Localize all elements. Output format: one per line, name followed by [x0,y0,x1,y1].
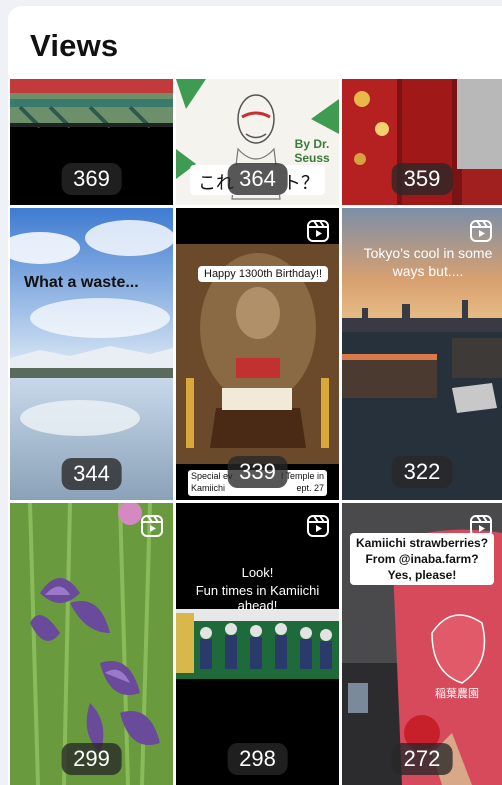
overlay-line-3: Yes, please! [387,568,457,582]
view-count: 339 [227,456,288,488]
reel-icon [470,515,492,537]
overlay-line-1: Look! [241,565,274,580]
tile-5[interactable]: Happy 1300th Birthday!! Special ev l Tem… [176,208,339,500]
reel-icon [470,220,492,242]
tile-3[interactable]: 359 [342,79,502,205]
reel-icon [307,220,329,242]
tile-9[interactable]: 稲葉農園 Kamiichi strawberries? From @inaba.… [342,503,502,785]
overlay-text: What a waste... [24,274,139,291]
bag-text: 稲葉農園 [435,688,479,700]
tile-1[interactable]: 369 [10,79,173,205]
view-count: 344 [61,458,122,490]
caption-text: Kamiichi [191,483,226,493]
view-count: 322 [391,456,453,488]
caption-top: Happy 1300th Birthday!! [198,266,329,282]
view-count: 364 [227,163,288,195]
overlay-line-2: Fun times in Kamiichi ahead! [195,583,320,613]
view-count: 298 [227,743,288,775]
view-count: 369 [61,163,122,195]
view-count: 272 [391,743,453,775]
tile-4[interactable]: What a waste... 344 [10,208,173,500]
overlay-text: Tokyo's cool in some ways but.... [363,245,493,279]
caption-text: ept. 27 [296,483,324,493]
view-count: 359 [391,163,453,195]
tile-6[interactable]: Tokyo's cool in some ways but.... 322 [342,208,502,500]
tile-7[interactable]: 299 [10,503,173,785]
caption-box: Kamiichi strawberries? From @inaba.farm?… [350,533,494,585]
view-count: 299 [61,743,122,775]
tile-8[interactable]: Look! Fun times in Kamiichi ahead! 298 [176,503,339,785]
views-grid: 369 By Dr. Seuss これ ト？ 364 359 What a wa… [8,6,502,785]
overlay-text-right: ト？ [283,173,319,193]
reel-icon [307,515,329,537]
reel-icon [141,515,163,537]
views-card: Views 369 By Dr. Seuss これ ト？ 364 359 Wha… [8,6,502,785]
book-text: By Dr. Seuss [294,137,330,165]
tile-2[interactable]: By Dr. Seuss これ ト？ 364 [176,79,339,205]
overlay-line-1: Kamiichi strawberries? [355,536,489,550]
overlay-line-2: From @inaba.farm? [365,552,479,566]
